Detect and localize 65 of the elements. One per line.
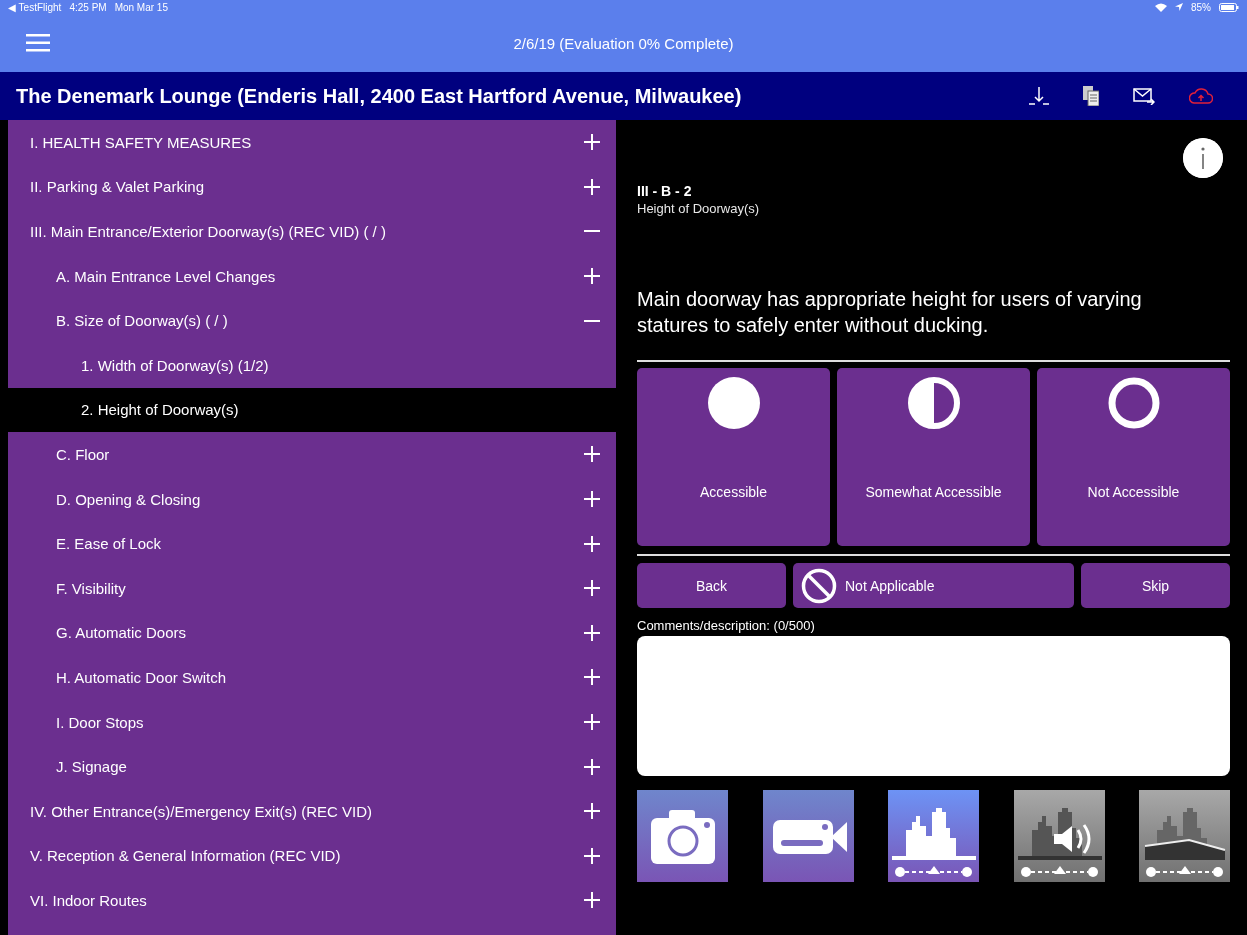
half-circle-icon (906, 376, 961, 430)
sidebar-item[interactable]: III. Main Entrance/Exterior Doorway(s) (REC VID) ( / ) (8, 209, 616, 254)
rating-button[interactable]: Accessible (637, 368, 830, 546)
plus-icon[interactable] (584, 491, 600, 508)
city-slider-button[interactable] (888, 790, 979, 882)
venue-title: The Denemark Lounge (Enderis Hall, 2400 East Hartford Avenue, Milwaukee) (16, 84, 743, 108)
plus-icon[interactable] (584, 714, 600, 730)
sidebar-item[interactable]: C. Floor (8, 432, 616, 477)
plus-icon[interactable] (584, 624, 600, 641)
plus-icon[interactable] (584, 580, 600, 597)
sidebar-item[interactable]: H. Automatic Door Switch (8, 655, 616, 700)
plus-icon[interactable] (584, 268, 600, 285)
nav-title: 2/6/19 (Evaluation 0% Complete) (513, 34, 734, 52)
sidebar-item[interactable]: J. Signage (8, 744, 616, 789)
rating-button[interactable]: Somewhat Accessible (837, 368, 1030, 546)
question-code: III - B - 2 (637, 183, 693, 199)
comments-label: Comments/description: (0/500) (637, 618, 816, 633)
video-camera-button[interactable] (762, 790, 854, 882)
download-icon[interactable] (1029, 87, 1049, 105)
sidebar-item[interactable]: IV. Other Entrance(s)/Emergency Exit(s) (REC VID) (8, 788, 616, 834)
comments-field[interactable] (637, 636, 1230, 776)
camera-button[interactable] (637, 790, 728, 882)
sidebar-item[interactable]: V. Reception & General Information (REC VID) (8, 833, 616, 879)
plus-icon[interactable] (584, 803, 600, 820)
rating-button[interactable]: Not Accessible (1037, 368, 1230, 546)
plus-icon[interactable] (584, 669, 600, 686)
sidebar-item[interactable]: VI. Indoor Routes (8, 878, 616, 923)
status-date: Mon Mar 15 (114, 1, 168, 13)
battery-percent: 85% (1191, 1, 1211, 13)
sidebar-item[interactable]: A. Main Entrance Level Changes (8, 253, 616, 299)
sidebar-item[interactable]: D. Opening & Closing (8, 476, 616, 522)
filled-circle-icon (706, 376, 761, 430)
question-title: Height of Doorway(s) (637, 201, 761, 216)
wifi-icon (1155, 2, 1167, 12)
sidebar-item[interactable]: E. Ease of Lock (8, 521, 616, 566)
plus-icon[interactable] (584, 178, 600, 195)
ring-icon (1106, 376, 1161, 430)
status-time: 4:25 PM (69, 1, 107, 13)
cloud-upload-icon[interactable] (1189, 88, 1213, 104)
skip-button[interactable]: Skip (1081, 563, 1230, 608)
back-button[interactable]: Back (637, 563, 786, 608)
sidebar-item[interactable]: 2. Height of Doorway(s) (8, 387, 616, 433)
plus-icon[interactable] (584, 847, 600, 864)
sidebar-item[interactable]: G. Automatic Doors (8, 610, 616, 656)
sidebar-item[interactable]: I. HEALTH SAFETY MEASURES (8, 120, 616, 165)
info-icon[interactable] (1183, 138, 1223, 178)
copy-icon[interactable] (1083, 86, 1099, 106)
battery-icon (1219, 2, 1239, 12)
sidebar-item[interactable]: 1. Width of Doorway(s) (1/2) (8, 342, 616, 388)
sidebar-item[interactable]: B. Size of Doorway(s) ( / ) (8, 298, 616, 343)
sidebar-item[interactable]: F. Visibility (8, 565, 616, 611)
sidebar-item[interactable]: II. Parking & Valet Parking (8, 164, 616, 210)
not-applicable-button[interactable]: Not Applicable (793, 563, 1074, 608)
plus-icon[interactable] (584, 535, 600, 552)
mail-icon[interactable] (1133, 87, 1155, 105)
question-text: Main doorway has appropriate height for users of varying statures to safely enter without ducking. (637, 287, 1143, 338)
sidebar-item[interactable]: I. Door Stops (8, 699, 616, 745)
plus-icon[interactable] (584, 758, 600, 775)
back-to-app-link[interactable]: ◀ TestFlight (8, 1, 62, 13)
location-icon (1175, 3, 1183, 11)
plus-icon[interactable] (584, 892, 600, 909)
menu-icon[interactable] (26, 34, 50, 52)
plus-icon[interactable] (584, 446, 600, 463)
prohibited-icon (801, 567, 837, 604)
plus-icon[interactable] (584, 134, 600, 151)
